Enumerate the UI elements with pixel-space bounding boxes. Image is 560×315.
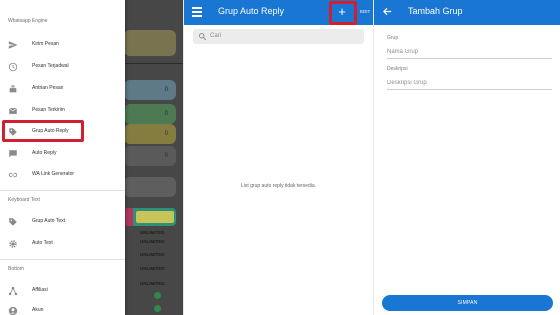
drawer-section-title: Whatsapp Engine: [8, 18, 48, 24]
background-card: 0: [124, 80, 176, 100]
background-card: 0: [124, 124, 176, 144]
account-icon: [7, 305, 18, 315]
app-bar: Grup Auto Reply + EDIT: [184, 0, 373, 25]
drawer-item-label: Kirim Pesan: [32, 41, 59, 47]
row-value: UNLIMITED: [140, 281, 165, 286]
card-count: 0: [164, 111, 168, 117]
share-icon: [7, 285, 18, 296]
drawer-item-label: Pesan Terkirim: [32, 107, 65, 113]
banner-accent: [124, 208, 133, 226]
background-banner: [124, 208, 176, 226]
save-button[interactable]: SIMPAN: [382, 295, 553, 311]
screenshot-stage: 0 0 0 0 UNLIMITED UNLIMITED UNLIMITED UN…: [0, 0, 560, 315]
background-card: 0: [124, 146, 176, 166]
navigation-drawer: Whatsapp Engine Kirim Pesan Pesan Terjad…: [0, 0, 125, 315]
page-title: Grup Auto Reply: [218, 6, 285, 16]
banner-label: [136, 211, 174, 223]
search-input[interactable]: Cari: [193, 29, 364, 44]
background-card: 0: [124, 104, 176, 124]
drawer-screen: 0 0 0 0 UNLIMITED UNLIMITED UNLIMITED UN…: [0, 0, 183, 315]
divider: [120, 63, 183, 64]
drawer-item-pesan-terjadwal[interactable]: Pesan Terjadwal: [0, 59, 125, 73]
table-row: UNLIMITED: [124, 279, 176, 288]
highlight-box: [329, 1, 357, 25]
drawer-section-title: Bottom: [8, 266, 24, 272]
drawer-item-label: Antrian Pesan: [32, 85, 64, 91]
edit-button[interactable]: EDIT: [360, 9, 370, 14]
queue-icon: [7, 83, 18, 94]
group-list-screen: Grup Auto Reply + EDIT Cari List grup au…: [184, 0, 373, 315]
drawer-item-label: Akun: [32, 307, 44, 313]
drawer-item-wa-link-generator[interactable]: WA Link Generator: [0, 167, 125, 181]
back-arrow-icon[interactable]: [382, 6, 393, 17]
group-description-field[interactable]: [387, 76, 552, 90]
drawer-item-label: WA Link Generator: [32, 171, 75, 177]
menu-icon[interactable]: [192, 7, 202, 17]
table-row: UNLIMITED: [124, 250, 176, 259]
row-value: UNLIMITED: [140, 230, 165, 235]
table-row: UNLIMITED: [124, 237, 176, 246]
drawer-item-label: Auto Text: [32, 240, 53, 246]
drawer-item-grup-auto-text[interactable]: Grup Auto Text: [0, 214, 125, 228]
group-name-field[interactable]: [387, 45, 552, 59]
drawer-item-label: Pesan Terjadwal: [32, 63, 69, 69]
drawer-section-title: Keyboard Text: [8, 197, 40, 203]
table-row: UNLIMITED: [124, 228, 176, 237]
page-title: Tambah Grup: [408, 6, 463, 16]
group-name-label: Grup: [387, 35, 399, 41]
drawer-item-label: Affiliasi: [32, 287, 48, 293]
drawer-item-label: Auto Reply: [32, 150, 57, 156]
drawer-item-akun[interactable]: Akun: [0, 303, 125, 315]
background-card-header: [124, 30, 176, 56]
search-placeholder: Cari: [210, 33, 222, 39]
status-dot: [154, 292, 161, 299]
highlight-box: [2, 120, 84, 142]
search-icon: [199, 33, 207, 41]
drawer-item-antrian-pesan[interactable]: Antrian Pesan: [0, 81, 125, 95]
drawer-item-kirim-pesan[interactable]: Kirim Pesan: [0, 37, 125, 51]
card-count: 0: [164, 153, 168, 159]
clock-icon: [7, 61, 18, 72]
row-value: UNLIMITED: [140, 252, 165, 257]
tag-icon: [7, 216, 18, 227]
mail-icon: [7, 105, 18, 116]
drawer-item-affiliasi[interactable]: Affiliasi: [0, 283, 125, 297]
table-row: UNLIMITED: [124, 264, 176, 273]
row-value: UNLIMITED: [140, 266, 165, 271]
send-icon: [7, 39, 18, 50]
drawer-item-auto-text[interactable]: Auto Text: [0, 236, 125, 250]
empty-state-text: List grup auto reply tidak tersedia.: [240, 183, 317, 189]
background-card: [124, 177, 176, 197]
group-description-label: Deskripsi: [387, 66, 408, 72]
app-bar: Tambah Grup: [374, 0, 560, 25]
chat-icon: [7, 148, 18, 159]
row-value: UNLIMITED: [140, 239, 165, 244]
add-group-screen: Tambah Grup Grup Deskripsi SIMPAN: [374, 0, 560, 315]
card-count: 0: [164, 87, 168, 93]
link-icon: [7, 169, 18, 180]
status-dot: [154, 305, 161, 312]
drawer-item-pesan-terkirim[interactable]: Pesan Terkirim: [0, 103, 125, 117]
drawer-divider: [0, 190, 125, 191]
drawer-item-auto-reply[interactable]: Auto Reply: [0, 146, 125, 160]
gear-icon: [7, 238, 18, 249]
drawer-divider: [0, 259, 125, 260]
drawer-item-label: Grup Auto Text: [32, 218, 65, 224]
card-count: 0: [164, 131, 168, 137]
